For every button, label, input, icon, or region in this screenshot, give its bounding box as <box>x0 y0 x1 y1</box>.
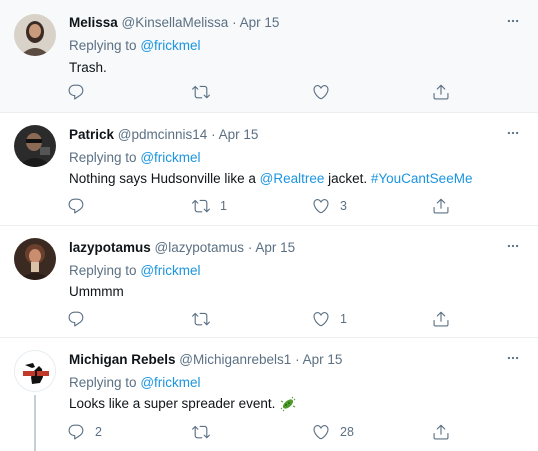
retweet-button[interactable] <box>192 421 220 443</box>
separator-dot: · <box>247 240 253 255</box>
tweet-header: lazypotamus @lazypotamus · Apr 15 <box>69 239 295 256</box>
retweet-icon <box>192 83 210 101</box>
timestamp[interactable]: Apr 15 <box>303 352 343 367</box>
tweet-text: Trash. <box>69 60 107 75</box>
tweet-text: Nothing says Hudsonville like a @Realtre… <box>69 170 472 187</box>
like-count: 1 <box>340 312 347 326</box>
tweet-actions: 2 28 <box>60 421 510 443</box>
tweet-patrick[interactable]: Patrick @pdmcinnis14 · Apr 15 Replying t… <box>0 113 538 226</box>
author-handle[interactable]: @pdmcinnis14 <box>118 127 208 142</box>
like-button[interactable] <box>312 81 340 103</box>
like-count: 3 <box>340 199 347 213</box>
like-button[interactable]: 28 <box>312 421 354 443</box>
timestamp[interactable]: Apr 15 <box>219 127 259 142</box>
more-options-icon[interactable] <box>506 351 520 365</box>
timestamp[interactable]: Apr 15 <box>255 240 295 255</box>
tweet-header: Patrick @pdmcinnis14 · Apr 15 <box>69 126 258 143</box>
tweet-actions: 1 <box>60 308 510 330</box>
replying-to-label: Replying to <box>69 38 137 53</box>
replying-to: Replying to @frickmel <box>69 262 201 279</box>
tweet-text-part: Looks like a super spreader event. <box>69 396 276 411</box>
replying-to: Replying to @frickmel <box>69 37 201 54</box>
author-handle[interactable]: @lazypotamus <box>155 240 245 255</box>
tweet-michigan-rebels[interactable]: Michigan Rebels @Michiganrebels1 · Apr 1… <box>0 338 538 451</box>
reply-icon <box>67 197 85 215</box>
author-name[interactable]: lazypotamus <box>69 240 151 255</box>
reply-button[interactable] <box>67 81 95 103</box>
tweet-text-part: Nothing says Hudsonville like a <box>69 171 260 186</box>
tweet-text: Looks like a super spreader event. <box>69 395 296 412</box>
share-icon <box>432 423 450 441</box>
retweet-button[interactable] <box>192 81 220 103</box>
author-name[interactable]: Patrick <box>69 127 114 142</box>
reply-icon <box>67 310 85 328</box>
author-handle[interactable]: @Michiganrebels1 <box>179 352 291 367</box>
retweet-count: 1 <box>220 199 227 213</box>
author-name[interactable]: Melissa <box>69 15 118 30</box>
reply-button[interactable]: 2 <box>67 421 102 443</box>
like-count: 28 <box>340 425 354 439</box>
replying-to: Replying to @frickmel <box>69 149 201 166</box>
reply-button[interactable] <box>67 308 95 330</box>
share-icon <box>432 197 450 215</box>
mention-link[interactable]: @Realtree <box>260 171 325 186</box>
share-icon <box>432 310 450 328</box>
avatar[interactable] <box>14 14 56 56</box>
share-button[interactable] <box>432 421 450 443</box>
michigan-logo-icon <box>15 351 55 391</box>
like-button[interactable]: 1 <box>312 308 347 330</box>
more-options-icon[interactable] <box>506 14 520 28</box>
replies-feed: Melissa @KinsellaMelissa · Apr 15 Replyi… <box>0 0 538 451</box>
like-button[interactable]: 3 <box>312 195 347 217</box>
more-options-icon[interactable] <box>506 239 520 253</box>
avatar[interactable] <box>14 125 56 167</box>
retweet-icon <box>192 197 210 215</box>
author-handle[interactable]: @KinsellaMelissa <box>122 15 229 30</box>
timestamp[interactable]: Apr 15 <box>240 15 280 30</box>
tweet-actions: 1 3 <box>60 195 510 217</box>
replying-to-handle-link[interactable]: @frickmel <box>140 263 200 278</box>
heart-icon <box>312 423 330 441</box>
tweet-header: Michigan Rebels @Michiganrebels1 · Apr 1… <box>69 351 342 368</box>
replying-to: Replying to @frickmel <box>69 374 201 391</box>
tweet-text: Ummmm <box>69 284 124 299</box>
reply-count: 2 <box>95 425 102 439</box>
thread-connector-line <box>34 395 36 451</box>
heart-icon <box>312 83 330 101</box>
heart-icon <box>312 310 330 328</box>
replying-to-handle-link[interactable]: @frickmel <box>140 38 200 53</box>
replying-to-handle-link[interactable]: @frickmel <box>140 375 200 390</box>
replying-to-label: Replying to <box>69 150 137 165</box>
microbe-icon <box>280 396 296 412</box>
reply-icon <box>67 83 85 101</box>
reply-button[interactable] <box>67 195 95 217</box>
share-button[interactable] <box>432 81 450 103</box>
tweet-lazypotamus[interactable]: lazypotamus @lazypotamus · Apr 15 Replyi… <box>0 226 538 338</box>
retweet-button[interactable] <box>192 308 220 330</box>
replying-to-label: Replying to <box>69 375 137 390</box>
tweet-actions <box>60 81 510 103</box>
avatar[interactable] <box>14 350 56 392</box>
hashtag-link[interactable]: #YouCantSeeMe <box>371 171 473 186</box>
avatar[interactable] <box>14 238 56 280</box>
replying-to-handle-link[interactable]: @frickmel <box>140 150 200 165</box>
retweet-button[interactable]: 1 <box>192 195 227 217</box>
more-options-icon[interactable] <box>506 126 520 140</box>
tweet-text-part: jacket. <box>324 171 371 186</box>
reply-icon <box>67 423 85 441</box>
replying-to-label: Replying to <box>69 263 137 278</box>
retweet-icon <box>192 423 210 441</box>
separator-dot: · <box>232 15 237 30</box>
retweet-icon <box>192 310 210 328</box>
tweet-melissa[interactable]: Melissa @KinsellaMelissa · Apr 15 Replyi… <box>0 0 538 113</box>
separator-dot: · <box>295 352 300 367</box>
author-name[interactable]: Michigan Rebels <box>69 352 176 367</box>
heart-icon <box>312 197 330 215</box>
share-button[interactable] <box>432 195 450 217</box>
share-button[interactable] <box>432 308 450 330</box>
tweet-header: Melissa @KinsellaMelissa · Apr 15 <box>69 14 279 31</box>
share-icon <box>432 83 450 101</box>
separator-dot: · <box>211 127 216 142</box>
